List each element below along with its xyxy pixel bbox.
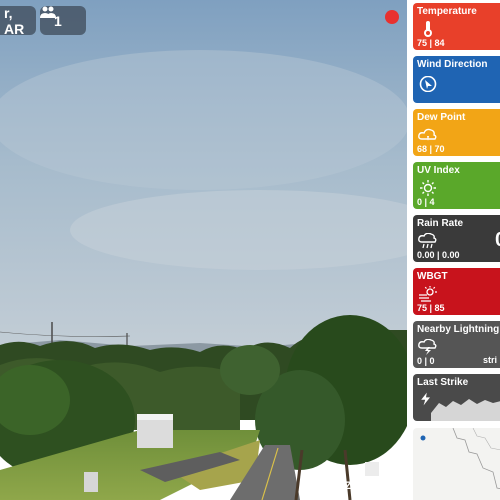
- recording-indicator: [385, 10, 399, 24]
- tile-title: Dew Point: [417, 112, 466, 123]
- tile-title: Last Strike: [417, 377, 469, 388]
- tile-nearby-lightning[interactable]: Nearby Lightning 0 | 0 stri: [413, 321, 500, 368]
- tile-values: 0 | 0: [417, 356, 435, 366]
- camera-feed[interactable]: r, AR 1 HAZCAMS: [0, 0, 407, 500]
- lightning-bolt-icon: [421, 392, 430, 406]
- tile-values: 0.00 | 0.00: [417, 250, 460, 260]
- tile-title: Nearby Lightning: [417, 324, 500, 335]
- hazcams-logo: HAZCAMS: [328, 480, 387, 492]
- tile-values: 0 | 4: [417, 197, 435, 207]
- tile-last-strike[interactable]: Last Strike: [413, 374, 500, 421]
- heat-sun-icon: [419, 286, 437, 302]
- thermometer-icon: [424, 21, 432, 37]
- sun-icon: [420, 180, 436, 196]
- rain-cloud-icon: [418, 233, 437, 249]
- station-marker[interactable]: [420, 435, 426, 441]
- tile-title: Rain Rate: [417, 218, 464, 229]
- tile-temperature[interactable]: Temperature 75 | 84: [413, 3, 500, 50]
- location-chip[interactable]: r, AR: [0, 4, 36, 37]
- weather-panel: Temperature 75 | 84 Wind Direction Dew P…: [407, 0, 500, 500]
- tile-wbgt[interactable]: WBGT 75 | 85: [413, 268, 500, 315]
- tile-wind-direction[interactable]: Wind Direction: [413, 56, 500, 103]
- tile-rain-rate[interactable]: Rain Rate 0.00 | 0.00 0: [413, 215, 500, 262]
- tile-title: WBGT: [417, 271, 448, 282]
- storm-cloud-icon: [418, 339, 437, 355]
- tile-values: 68 | 70: [417, 144, 445, 154]
- tile-side-label: stri: [483, 355, 498, 365]
- tile-uv-index[interactable]: UV Index 0 | 4: [413, 162, 500, 209]
- rain-rate-current: 0: [495, 229, 500, 252]
- location-label: r, AR: [4, 4, 25, 37]
- tile-dew-point[interactable]: Dew Point 68 | 70: [413, 109, 500, 156]
- state-map: [420, 428, 500, 490]
- viewer-count-chip[interactable]: 1: [40, 6, 86, 35]
- strike-sparkline: [431, 399, 500, 421]
- tile-values: 75 | 85: [417, 303, 445, 313]
- lightning-map[interactable]: [413, 428, 500, 500]
- dew-cloud-icon: [418, 128, 437, 141]
- compass-arrow-icon: [419, 76, 437, 92]
- tile-title: Temperature: [417, 6, 477, 17]
- hazcams-logo-icon: [328, 480, 343, 490]
- tile-title: Wind Direction: [417, 59, 488, 70]
- webcam-image: [0, 0, 407, 500]
- tile-values: 75 | 84: [417, 38, 445, 48]
- tile-title: UV Index: [417, 165, 460, 176]
